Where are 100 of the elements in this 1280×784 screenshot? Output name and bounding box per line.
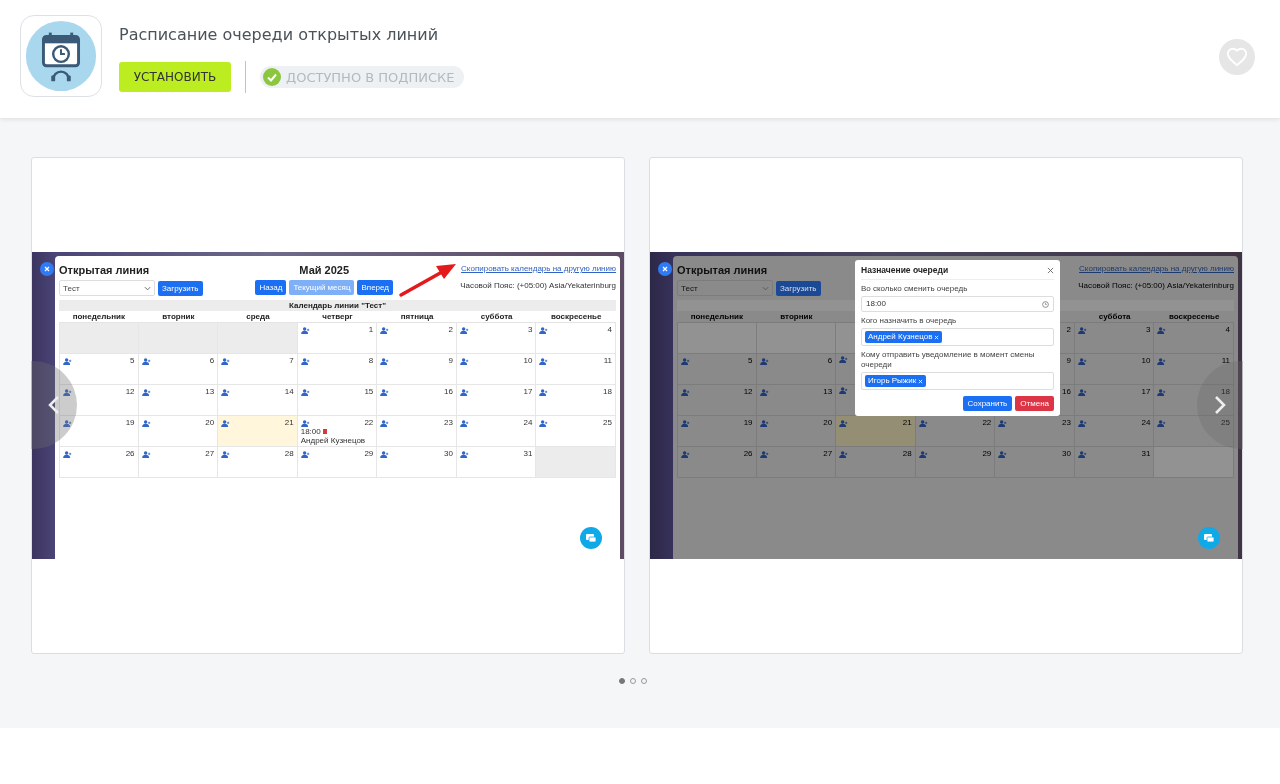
calendar-cell[interactable]: 4 xyxy=(536,323,616,354)
person-icon[interactable] xyxy=(839,450,849,458)
person-icon[interactable] xyxy=(459,419,469,427)
cancel-button[interactable]: Отмена xyxy=(1015,396,1054,411)
person-icon[interactable] xyxy=(539,357,549,365)
calendar-cell[interactable]: 19 xyxy=(59,416,139,447)
calendar-cell[interactable]: 6 xyxy=(756,354,837,385)
person-icon[interactable] xyxy=(300,357,310,365)
person-icon[interactable] xyxy=(300,419,310,427)
nav-button[interactable]: Вперед xyxy=(357,280,393,295)
calendar-cell[interactable]: 27 xyxy=(756,447,837,478)
person-icon[interactable] xyxy=(539,419,549,427)
calendar-cell[interactable]: 3 xyxy=(456,323,537,354)
copy-calendar-link[interactable]: Скопировать календарь на другую линию xyxy=(1079,264,1234,273)
copy-calendar-link[interactable]: Скопировать календарь на другую линию xyxy=(461,264,616,273)
calendar-cell[interactable]: 26 xyxy=(59,447,139,478)
calendar-cell[interactable]: 4 xyxy=(1154,323,1234,354)
calendar-cell[interactable]: 12 xyxy=(677,385,757,416)
person-icon[interactable] xyxy=(918,450,928,458)
person-icon[interactable] xyxy=(141,450,151,458)
person-icon[interactable] xyxy=(839,356,849,363)
person-icon[interactable] xyxy=(1157,419,1167,427)
calendar-cell[interactable]: 15 xyxy=(297,385,378,416)
person-icon[interactable] xyxy=(1077,419,1087,427)
remove-icon[interactable] xyxy=(934,334,940,340)
line-select[interactable]: Тест xyxy=(59,280,155,296)
calendar-cell[interactable]: 1 xyxy=(297,323,378,354)
person-icon[interactable] xyxy=(1077,357,1087,365)
person-icon[interactable] xyxy=(141,419,151,427)
calendar-cell[interactable]: 24 xyxy=(1074,416,1155,447)
person-icon[interactable] xyxy=(141,357,151,365)
person-icon[interactable] xyxy=(681,450,690,458)
calendar-cell[interactable]: 17 xyxy=(456,385,537,416)
calendar-cell[interactable]: 13 xyxy=(756,385,837,416)
previous-button[interactable] xyxy=(31,361,77,449)
nav-button[interactable]: Назад xyxy=(255,280,287,295)
person-icon[interactable] xyxy=(221,450,231,458)
calendar-cell[interactable]: 28 xyxy=(836,447,916,478)
person-icon[interactable] xyxy=(998,450,1008,458)
person-icon[interactable] xyxy=(380,357,390,365)
person-icon[interactable] xyxy=(221,357,231,365)
person-icon[interactable] xyxy=(839,419,849,427)
person-icon[interactable] xyxy=(300,450,310,458)
person-icon[interactable] xyxy=(63,388,72,396)
pagination-dot[interactable] xyxy=(619,678,625,684)
calendar-cell[interactable]: 11 xyxy=(1154,354,1234,385)
save-button[interactable]: Сохранить xyxy=(962,396,1013,411)
person-icon[interactable] xyxy=(918,419,928,427)
person-icon[interactable] xyxy=(459,357,469,365)
person-icon[interactable] xyxy=(759,450,769,458)
close-icon[interactable] xyxy=(40,262,54,276)
person-tag[interactable]: Игорь Рыжик xyxy=(865,375,927,387)
calendar-cell[interactable]: 10 xyxy=(456,354,537,385)
calendar-cell[interactable]: 12 xyxy=(59,385,139,416)
calendar-cell[interactable]: 11 xyxy=(536,354,616,385)
calendar-cell[interactable]: 16 xyxy=(377,385,457,416)
calendar-cell[interactable]: 24 xyxy=(456,416,537,447)
slide-card[interactable] xyxy=(649,157,1243,654)
person-icon[interactable] xyxy=(141,388,151,396)
calendar-cell[interactable]: 19 xyxy=(677,416,757,447)
person-icon[interactable] xyxy=(63,450,72,458)
calendar-cell[interactable]: 29 xyxy=(297,447,378,478)
calendar-cell[interactable]: 7 xyxy=(218,354,298,385)
chat-icon[interactable] xyxy=(580,527,602,549)
calendar-cell[interactable]: 22 18:00 Андрей Кузнецов xyxy=(297,416,378,447)
assignee-field[interactable]: Андрей Кузнецов xyxy=(861,328,1054,346)
close-icon[interactable] xyxy=(658,262,672,276)
person-icon[interactable] xyxy=(681,357,690,365)
person-icon[interactable] xyxy=(459,326,469,334)
person-icon[interactable] xyxy=(1077,326,1087,334)
calendar-cell[interactable]: 23 xyxy=(377,416,457,447)
person-icon[interactable] xyxy=(539,388,549,396)
calendar-cell[interactable]: 13 xyxy=(138,385,219,416)
calendar-cell[interactable]: 8 xyxy=(297,354,378,385)
load-button[interactable]: Загрузить xyxy=(776,280,821,296)
person-icon[interactable] xyxy=(380,326,390,334)
person-icon[interactable] xyxy=(681,419,690,427)
person-icon[interactable] xyxy=(63,419,72,427)
person-icon[interactable] xyxy=(459,388,469,396)
load-button[interactable]: Загрузить xyxy=(158,280,203,296)
calendar-cell[interactable]: 5 xyxy=(59,354,139,385)
calendar-cell[interactable]: 30 xyxy=(377,447,457,478)
person-icon[interactable] xyxy=(300,388,310,396)
calendar-cell[interactable]: 29 xyxy=(915,447,996,478)
calendar-cell[interactable]: 5 xyxy=(677,354,757,385)
person-icon[interactable] xyxy=(380,388,390,396)
calendar-cell[interactable]: 6 xyxy=(138,354,219,385)
recipient-field[interactable]: Игорь Рыжик xyxy=(861,372,1054,390)
person-icon[interactable] xyxy=(1077,450,1087,458)
person-icon[interactable] xyxy=(681,388,690,396)
person-icon[interactable] xyxy=(459,450,469,458)
person-icon[interactable] xyxy=(380,419,390,427)
install-button[interactable]: УСТАНОВИТЬ xyxy=(119,62,231,92)
person-icon[interactable] xyxy=(1157,357,1167,365)
calendar-cell[interactable]: 9 xyxy=(377,354,457,385)
calendar-cell[interactable]: 17 xyxy=(1074,385,1155,416)
person-icon[interactable] xyxy=(759,419,769,427)
person-icon[interactable] xyxy=(839,387,849,394)
calendar-cell[interactable]: 18 xyxy=(536,385,616,416)
calendar-cell[interactable]: 18 xyxy=(1154,385,1234,416)
